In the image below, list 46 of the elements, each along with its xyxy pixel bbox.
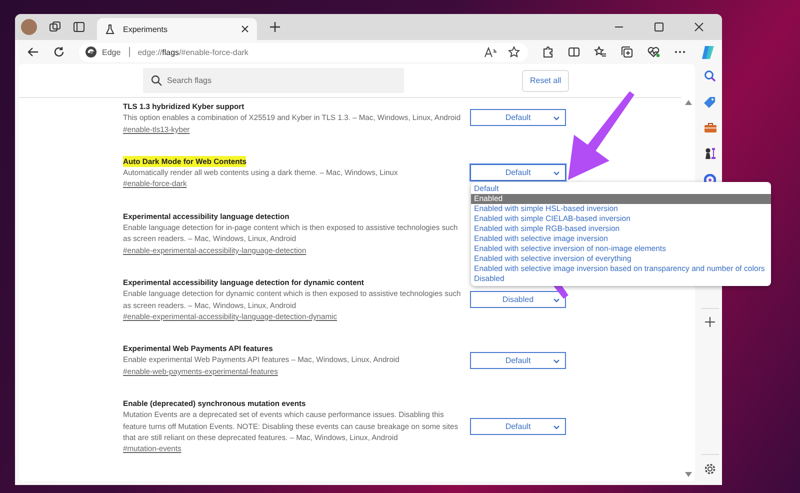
browser-tab[interactable]: Experiments [97, 18, 257, 40]
scroll-down-icon[interactable] [685, 472, 692, 477]
profile-avatar[interactable] [21, 19, 37, 35]
briefcase-icon[interactable] [704, 122, 716, 133]
favorites-icon[interactable] [594, 46, 607, 58]
workspaces-icon[interactable] [49, 21, 61, 33]
url-text: edge://flags/#enable-force-dark [138, 48, 248, 56]
scroll-up-icon[interactable] [685, 100, 692, 105]
flag-select[interactable]: Default [470, 352, 566, 369]
chevron-icon [553, 116, 560, 122]
tag-icon[interactable] [704, 96, 716, 108]
maximize-icon[interactable] [654, 22, 664, 32]
search-icon [151, 75, 162, 86]
close-icon[interactable] [694, 22, 704, 32]
flask-icon [105, 24, 115, 34]
chevron-icon [553, 358, 560, 364]
chevron-icon [553, 298, 560, 304]
flag-select[interactable]: Default [470, 164, 566, 182]
flag-select[interactable]: Disabled [470, 291, 566, 308]
close-icon[interactable] [241, 25, 249, 33]
back-arrow-icon[interactable] [27, 46, 39, 58]
search-field[interactable]: Search flags [143, 68, 404, 93]
tab-title: Experiments [123, 24, 168, 34]
chevron-icon [553, 424, 560, 430]
flag-select[interactable]: Default [470, 109, 566, 126]
puzzle-icon[interactable] [542, 46, 554, 58]
search-icon[interactable] [704, 70, 716, 82]
refresh-icon[interactable] [53, 46, 65, 58]
flag-select[interactable]: Default [470, 418, 566, 435]
read-aloud-icon[interactable] [484, 46, 497, 58]
edge-logo-icon [85, 46, 97, 58]
heart-pulse-icon[interactable] [647, 46, 660, 58]
copilot-icon[interactable] [700, 44, 716, 60]
split-screen-icon[interactable] [568, 46, 580, 58]
tab-actions-icon[interactable] [73, 21, 85, 33]
reset-all-button[interactable]: Reset all [522, 70, 570, 92]
new-tab-icon[interactable] [269, 21, 281, 33]
more-options-icon[interactable] [674, 50, 686, 54]
collections-icon[interactable] [621, 46, 633, 58]
star-icon[interactable] [508, 46, 520, 58]
add-icon[interactable] [705, 317, 715, 327]
chess-pieces-icon[interactable] [704, 147, 716, 160]
chevron-icon [553, 171, 560, 176]
settings-icon[interactable] [704, 463, 716, 475]
address-field[interactable]: Edge edge://flags/#enable-force-dark [79, 42, 528, 62]
site-label: Edge [102, 48, 121, 56]
